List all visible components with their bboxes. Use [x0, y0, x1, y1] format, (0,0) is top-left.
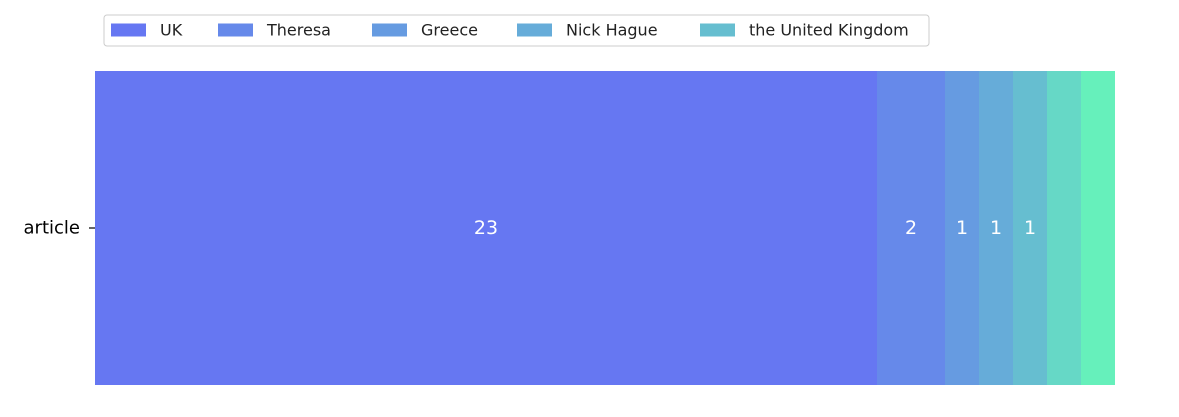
legend: UK Theresa Greece Nick Hague the United King…	[103, 14, 930, 47]
bar-segment	[1047, 71, 1081, 385]
legend-swatch	[218, 23, 253, 37]
legend-swatch	[111, 23, 146, 37]
bar-value-label: 2	[905, 217, 917, 239]
stacked-bar-chart: 23 2 1 1 1 article UK Theresa Greece Nick Hague…	[24, 14, 1115, 385]
legend-label: Theresa	[266, 21, 331, 40]
bar-value-label: 1	[956, 217, 968, 239]
legend-swatch	[517, 23, 552, 37]
legend-label: Greece	[421, 21, 478, 40]
bar-value-label: 1	[1024, 217, 1036, 239]
y-axis: article	[24, 218, 95, 239]
bar-segment	[1081, 71, 1115, 385]
bar-value-label: 23	[474, 217, 498, 239]
legend-swatch	[372, 23, 407, 37]
legend-swatch	[700, 23, 735, 37]
bar-value-label: 1	[990, 217, 1002, 239]
legend-label: Nick Hague	[566, 21, 658, 40]
legend-label: the United Kingdom	[749, 21, 909, 40]
y-tick-label: article	[24, 218, 80, 239]
legend-label: UK	[160, 21, 183, 40]
